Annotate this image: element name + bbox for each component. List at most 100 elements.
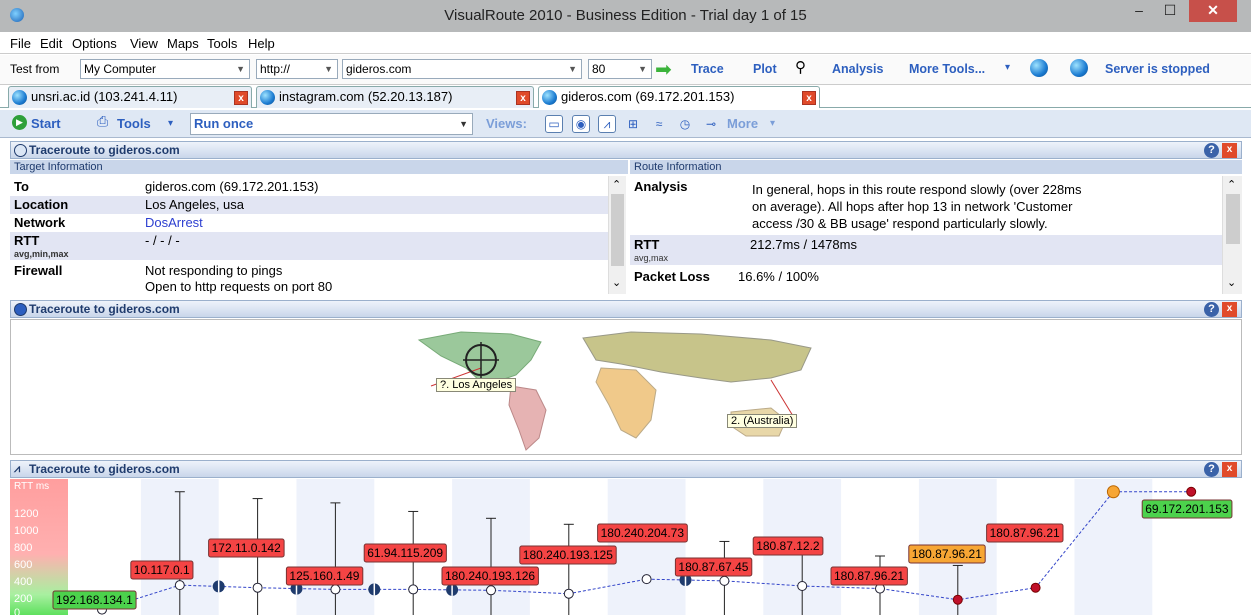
hop-point [486, 585, 496, 596]
test-from-label: Test from [10, 62, 60, 76]
hop-ip-label: 10.117.0.1 [134, 563, 190, 577]
chevron-down-icon: ▼ [459, 119, 468, 129]
tab-instagram[interactable]: instagram.com (52.20.13.187) x [256, 86, 534, 108]
menu-help[interactable]: Help [248, 36, 275, 51]
close-tab-icon[interactable]: x [516, 91, 530, 105]
scroll-thumb[interactable] [611, 194, 624, 266]
packet-loss-label: Packet Loss [634, 269, 710, 284]
globe-icon [12, 90, 27, 105]
target-info-table: To gideros.com (69.172.201.153) Location L… [10, 176, 608, 294]
hop-ip-label: 180.240.204.73 [601, 526, 685, 540]
trace-button[interactable]: Trace [691, 62, 724, 76]
more-tools-button[interactable]: More Tools... [909, 62, 985, 76]
hop-point [641, 574, 652, 585]
hop-point [330, 584, 341, 595]
menu-tools[interactable]: Tools [207, 36, 237, 51]
scroll-up-icon[interactable]: ⌃ [1227, 178, 1236, 191]
chevron-down-icon: ▼ [236, 64, 245, 74]
rtt-graph-area: RTT ms 1200 1000 800 600 400 200 0 192.1… [10, 479, 1242, 615]
view-text-icon[interactable]: ▭ [545, 115, 563, 133]
south-america-shape [508, 385, 547, 451]
start-button[interactable]: Start [31, 116, 61, 131]
graph-view-icon: ⩘ [14, 463, 21, 475]
map-label-los-angeles[interactable]: ?. Los Angeles [436, 378, 517, 392]
globe-icon [542, 90, 557, 105]
target-row-location: Location Los Angeles, usa [10, 196, 608, 214]
hop-point [797, 581, 808, 592]
analysis-line-3: access /30 & BB usage' respond particula… [752, 216, 1048, 231]
globe-icon [260, 90, 275, 105]
hop-point [1186, 486, 1197, 497]
hop-ip-label: 69.172.201.153 [1145, 502, 1229, 516]
graph-panel-title: ⩘ Traceroute to gideros.com? x [10, 460, 1242, 478]
hop-column-stripe [607, 479, 686, 615]
close-panel-icon[interactable]: x [1222, 143, 1237, 158]
menu-options[interactable]: Options [72, 36, 117, 51]
route-info-table: Analysis In general, hops in this route … [630, 176, 1222, 294]
trace-arrow-icon: ➡ [655, 59, 672, 81]
run-mode-select[interactable]: Run once ▼ [190, 113, 473, 135]
menu-file[interactable]: File [10, 36, 31, 51]
view-clock-icon[interactable]: ◷ [676, 115, 694, 133]
map-panel-title: Traceroute to gideros.com? x [10, 300, 1242, 318]
scroll-up-icon[interactable]: ⌃ [612, 178, 621, 191]
target-scrollbar[interactable]: ⌃ ⌄ [608, 176, 626, 294]
analysis-button[interactable]: Analysis [832, 62, 883, 76]
target-row-to: To gideros.com (69.172.201.153) [14, 179, 319, 194]
tools-button[interactable]: Tools [117, 116, 151, 131]
binoculars-icon: ⚲ [795, 59, 806, 76]
tab-unsri[interactable]: unsri.ac.id (103.241.4.11) x [8, 86, 252, 108]
chevron-down-icon: ▼ [568, 64, 577, 74]
start-play-icon: ▶ [12, 115, 27, 130]
close-panel-icon[interactable]: x [1222, 462, 1237, 477]
close-tab-icon[interactable]: x [234, 91, 248, 105]
tab-gideros[interactable]: gideros.com (69.172.201.153) x [538, 86, 820, 108]
route-row-rtt: RTT avg,max 212.7ms / 1478ms [630, 235, 1222, 265]
help-icon[interactable]: ? [1204, 302, 1219, 317]
plot-button[interactable]: Plot [753, 62, 777, 76]
view-wave-icon[interactable]: ≈ [650, 115, 668, 133]
view-map-icon[interactable]: ◉ [572, 115, 590, 133]
hop-ip-label: 180.87.96.21 [912, 547, 982, 561]
maximize-button[interactable]: ☐ [1156, 0, 1184, 22]
server-status[interactable]: Server is stopped [1105, 62, 1210, 76]
scroll-thumb[interactable] [1226, 194, 1240, 244]
test-from-select[interactable]: My Computer ▼ [80, 59, 250, 79]
view-graph-icon[interactable]: ⩘ [598, 115, 616, 133]
hop-point [952, 594, 963, 605]
hop-ip-label: 172.11.0.142 [212, 541, 282, 555]
text-view-icon [14, 144, 27, 157]
network-globe-icon[interactable] [1030, 59, 1048, 77]
africa-shape [595, 367, 657, 439]
route-scrollbar[interactable]: ⌃ ⌄ [1222, 176, 1242, 294]
view-table-icon[interactable]: ⊞ [624, 115, 642, 133]
map-label-australia[interactable]: 2. (Australia) [727, 414, 798, 428]
help-icon[interactable]: ? [1204, 143, 1219, 158]
map-area[interactable]: ?. Los Angeles 2. (Australia) [10, 319, 1242, 455]
route-info-header: Route Information [630, 160, 1242, 174]
menu-edit[interactable]: Edit [40, 36, 62, 51]
scroll-down-icon[interactable]: ⌄ [612, 276, 621, 289]
info-panel-title: Traceroute to gideros.com? x [10, 141, 1242, 159]
scroll-down-icon[interactable]: ⌄ [1227, 276, 1236, 289]
protocol-select[interactable]: http://▼ [256, 59, 338, 79]
help-icon[interactable]: ? [1204, 462, 1219, 477]
close-window-button[interactable]: ✕ [1189, 0, 1237, 22]
hop-ip-label: 180.87.96.21 [834, 569, 904, 583]
hop-ip-label: 180.87.96.21 [990, 526, 1060, 540]
minimize-button[interactable]: – [1125, 0, 1153, 22]
more-views-button[interactable]: More [727, 116, 758, 131]
menu-view[interactable]: View [130, 36, 158, 51]
view-route-icon[interactable]: ⊸ [702, 115, 720, 133]
close-panel-icon[interactable]: x [1222, 302, 1237, 317]
host-input[interactable]: gideros.com ▼ [342, 59, 582, 79]
hop-ip-label: 180.240.193.125 [523, 548, 613, 562]
port-select[interactable]: 80 ▼ [588, 59, 652, 79]
close-tab-icon[interactable]: x [802, 91, 816, 105]
packet-loss-value: 16.6% / 100% [738, 269, 819, 284]
hop-ip-label: 180.87.12.2 [756, 539, 820, 553]
world-map [417, 331, 812, 451]
menu-maps[interactable]: Maps [167, 36, 199, 51]
hop-ip-label: 125.160.1.49 [289, 569, 359, 583]
hop-point [174, 580, 185, 591]
